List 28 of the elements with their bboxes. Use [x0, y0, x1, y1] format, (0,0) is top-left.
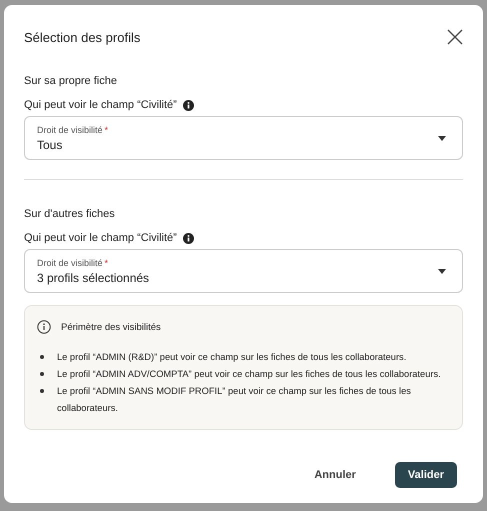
close-icon[interactable] — [447, 29, 463, 45]
select-value: 3 profils sélectionnés — [37, 270, 150, 284]
field-label: Droit de visibilité — [37, 124, 103, 134]
field-question: Qui peut voir le champ “Civilité” — [24, 232, 177, 244]
info-icon — [37, 320, 51, 334]
required-mark: * — [104, 258, 108, 268]
info-icon — [182, 232, 194, 244]
validate-button[interactable]: Valider — [394, 462, 457, 488]
info-text: Le profil “ADMIN (R&D)” peut voir ce champ sur les fiches de tous les collaborateurs. — [57, 351, 406, 364]
info-icon — [182, 100, 194, 110]
section-heading: Sur sa propre fiche — [24, 75, 118, 87]
visibility-select[interactable]: Droit de visibilité * 3 profils sélectionnés — [24, 249, 463, 293]
info-title: Périmètre des visibilités — [61, 322, 161, 332]
section-heading: Sur d'autres fiches — [24, 208, 116, 220]
field-question: Qui peut voir le champ “Civilité” — [24, 99, 177, 111]
cancel-button[interactable]: Annuler — [301, 462, 369, 488]
bullet-icon — [40, 355, 44, 359]
bullet-icon — [40, 372, 44, 376]
dropdown-caret-icon — [438, 136, 446, 140]
info-text: Le profil “ADMIN SANS MODIF PROFIL” peut voir ce champ sur les fiches de tous les collaborateurs. — [57, 385, 412, 415]
bullet-icon — [40, 389, 44, 393]
dropdown-caret-icon — [438, 268, 446, 274]
field-label: Droit de visibilité — [37, 258, 103, 268]
required-mark: * — [104, 124, 108, 134]
dialog-title: Sélection des profils — [24, 30, 140, 44]
visibility-select[interactable]: Droit de visibilité * Tous — [24, 116, 463, 160]
select-value: Tous — [37, 138, 64, 152]
info-text: Le profil “ADMIN ADV/COMPTA” peut voir ce champ sur les fiches de tous les collaborateurs. — [57, 368, 441, 381]
